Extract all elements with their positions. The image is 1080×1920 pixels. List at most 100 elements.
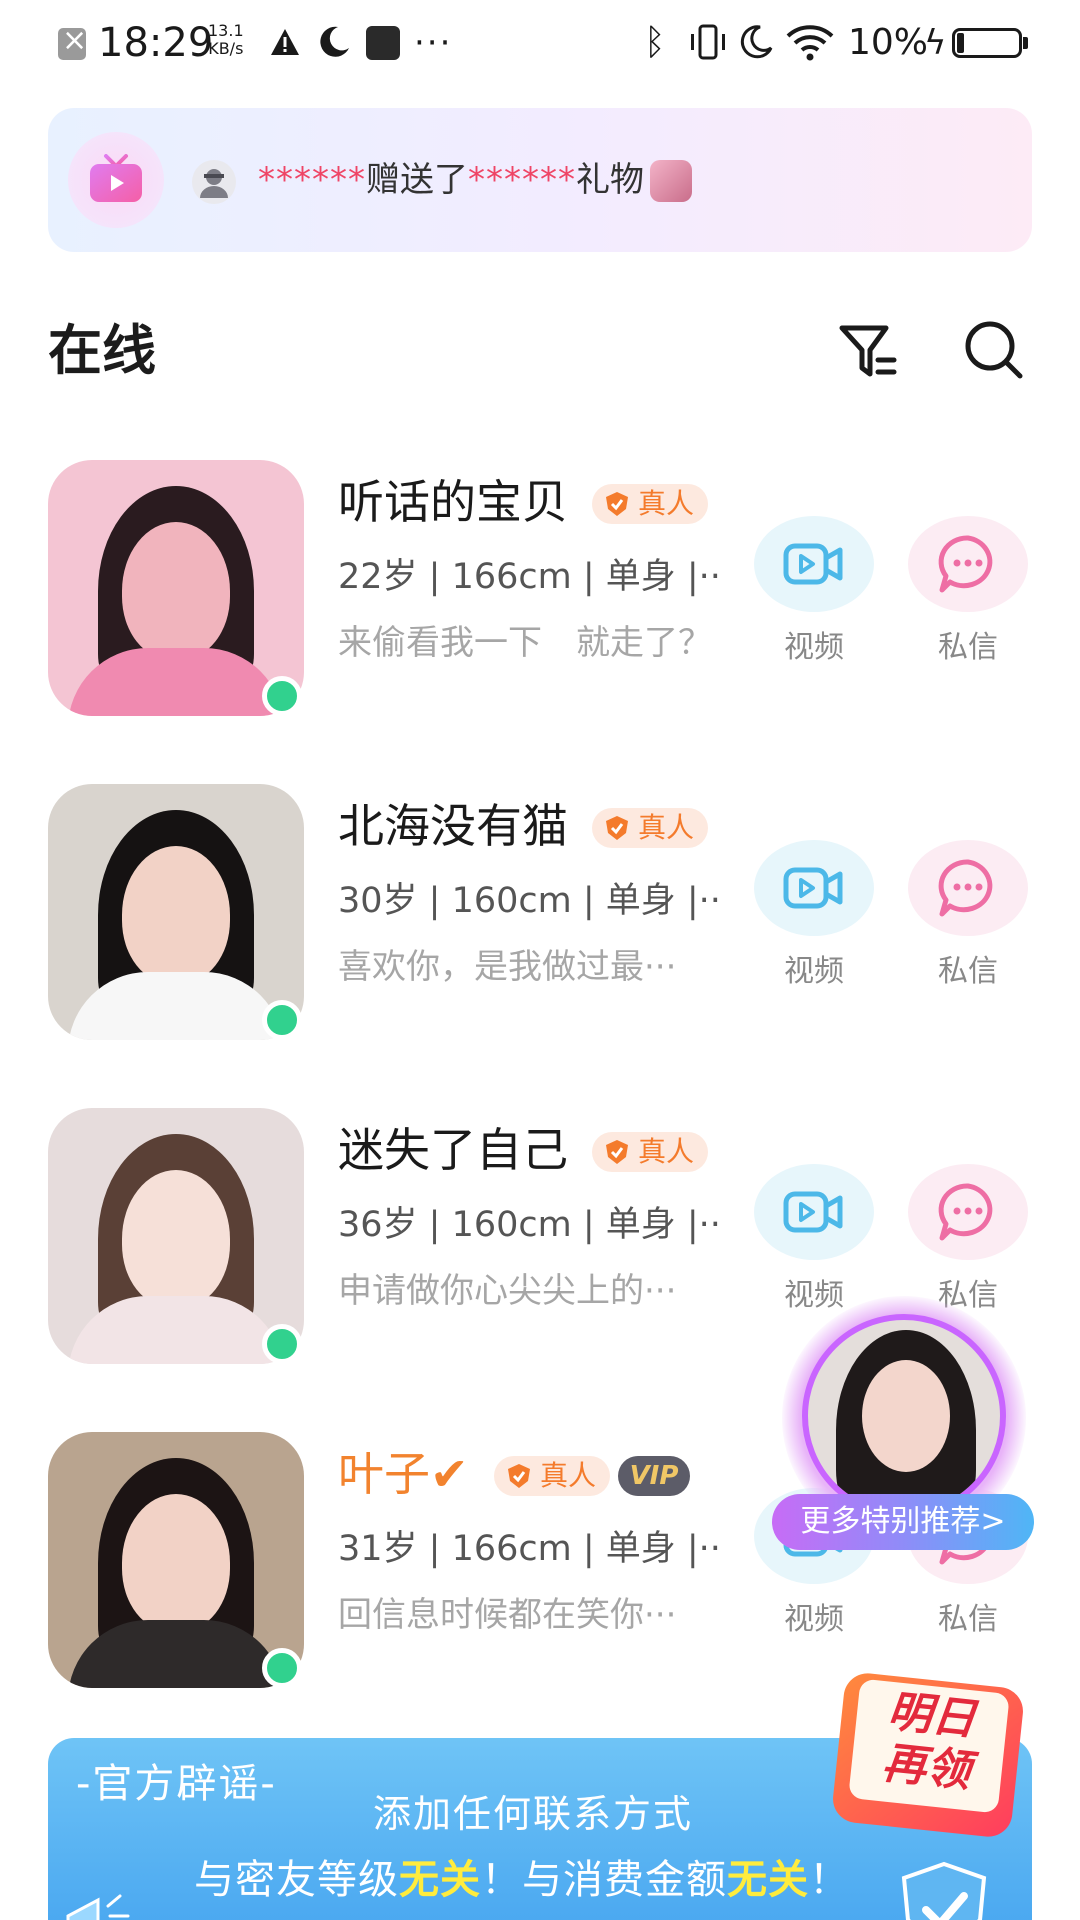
chat-bubble-icon [938, 1183, 993, 1241]
usb-debug-icon [366, 26, 400, 60]
notice-highlight-1: 无关 [399, 1857, 481, 1903]
online-status-dot [262, 676, 302, 716]
video-label: 视频 [784, 1602, 844, 1637]
notice-text-a: 与密友等级 [194, 1857, 399, 1903]
tv-icon [90, 154, 142, 202]
network-speed-unit: KB/s [208, 39, 244, 58]
avatar-face [122, 522, 230, 660]
message-label: 私信 [938, 954, 998, 989]
chat-bubble-icon [938, 535, 993, 593]
more-notifications-icon: ··· [414, 23, 453, 63]
video-label: 视频 [784, 954, 844, 989]
official-notice-title: -官方辟谣- [76, 1761, 277, 1807]
message-button[interactable]: 私信 [908, 1164, 1028, 1314]
user-name: 迷失了自己 [338, 1123, 568, 1177]
search-icon[interactable] [962, 318, 1026, 382]
live-tv-button[interactable] [68, 132, 164, 228]
user-avatar[interactable] [48, 1432, 304, 1688]
gift-message: ******赠送了******礼物 [258, 152, 644, 208]
vip-badge: VIP [618, 1456, 690, 1496]
verified-shield-icon [606, 492, 628, 516]
bluetooth-icon: ᛒ [644, 22, 666, 63]
special-recommend-float[interactable]: 更多特别推荐> [772, 1296, 1034, 1558]
video-button-bg [754, 840, 874, 936]
masked-receiver: ****** [468, 160, 576, 200]
recommend-label[interactable]: 更多特别推荐> [772, 1494, 1034, 1550]
video-button-bg [754, 1164, 874, 1260]
masked-sender: ****** [258, 160, 366, 200]
real-person-label: 真人 [638, 1135, 695, 1168]
notice-text-b: ！与消费金额 [481, 1857, 727, 1903]
status-time: 18:29 [98, 20, 214, 66]
video-button-bg [754, 516, 874, 612]
battery-icon [952, 28, 1028, 58]
anonymous-avatar-icon [192, 160, 236, 204]
gift-action: 赠送了 [366, 160, 468, 200]
user-card[interactable]: 听话的宝贝 真人 22岁 | 166cm | 单身 |··· 来偷看我一下 就走… [0, 460, 1080, 730]
status-bar: 18:29 13.1 KB/s ··· ᛒ 10% ϟ [0, 0, 1080, 88]
video-label: 视频 [784, 630, 844, 665]
official-notice-line1: 添加任何联系方式 [373, 1792, 694, 1836]
notice-highlight-2: 无关 [727, 1857, 809, 1903]
user-info: 36岁 | 160cm | 单身 |··· [338, 1205, 718, 1245]
avatar-face [122, 1494, 230, 1632]
gift-word: 礼物 [576, 160, 644, 200]
gift-broadcast-banner[interactable]: ******赠送了******礼物 [48, 108, 1032, 252]
network-speed: 13.1 KB/s [208, 22, 244, 58]
notice-text-c: ！ [809, 1857, 850, 1903]
user-name: 北海没有猫 [338, 799, 568, 853]
user-status: 申请做你心尖尖上的··· [338, 1271, 677, 1311]
message-button-bg [908, 1164, 1028, 1260]
avatar-face [122, 1170, 230, 1308]
online-status-dot [262, 1000, 302, 1040]
page-title: 在线 [48, 319, 156, 382]
real-person-badge: 真人 [592, 808, 709, 848]
charging-icon: ϟ [924, 23, 947, 63]
user-info: 22岁 | 166cm | 单身 |··· [338, 557, 718, 597]
filter-icon[interactable] [836, 318, 902, 384]
video-call-button[interactable]: 视频 [754, 840, 874, 990]
message-button[interactable]: 私信 [908, 516, 1028, 666]
user-card[interactable]: 北海没有猫 真人 30岁 | 160cm | 单身 |··· 喜欢你，是我做过最… [0, 784, 1080, 1054]
user-avatar[interactable] [48, 1108, 304, 1364]
user-avatar[interactable] [48, 460, 304, 716]
warning-icon [271, 29, 299, 55]
user-name: 叶子✔ [338, 1447, 469, 1501]
real-person-badge: 真人 [592, 1132, 709, 1172]
real-person-label: 真人 [638, 487, 695, 520]
message-button-bg [908, 840, 1028, 936]
user-status: 来偷看我一下 就走了？ [338, 623, 712, 663]
message-button[interactable]: 私信 [908, 840, 1028, 990]
chat-bubble-icon [938, 859, 993, 917]
video-call-button[interactable]: 视频 [754, 516, 874, 666]
message-label: 私信 [938, 1602, 998, 1637]
gift-thumbnail [650, 160, 692, 202]
verified-shield-icon [606, 1140, 628, 1164]
do-not-disturb-icon [740, 25, 773, 59]
wifi-icon [786, 25, 834, 61]
user-status: 喜欢你，是我做过最··· [338, 947, 677, 987]
real-person-badge: 真人 [592, 484, 709, 524]
battery-percent: 10% [848, 22, 929, 63]
notification-close-icon [58, 16, 87, 66]
vibrate-icon [691, 24, 725, 60]
verified-shield-icon [508, 1464, 530, 1488]
video-camera-icon [783, 1191, 843, 1233]
user-name: 听话的宝贝 [338, 475, 568, 529]
video-call-button[interactable]: 视频 [754, 1164, 874, 1314]
real-person-badge: 真人 [494, 1456, 611, 1496]
message-button-bg [908, 516, 1028, 612]
user-status: 回信息时候都在笑你··· [338, 1595, 677, 1635]
recommend-avatar-face [862, 1360, 950, 1472]
video-camera-icon [783, 867, 843, 909]
recommend-avatar [802, 1314, 1006, 1518]
user-avatar[interactable] [48, 784, 304, 1040]
online-status-dot [262, 1324, 302, 1364]
video-camera-icon [783, 543, 843, 585]
claim-tomorrow-badge[interactable]: 明日再领 [830, 1671, 1032, 1842]
claim-tomorrow-label: 明日再领 [879, 1685, 979, 1798]
user-info: 31岁 | 166cm | 单身 |··· [338, 1529, 718, 1569]
message-label: 私信 [938, 630, 998, 665]
verified-shield-icon [606, 816, 628, 840]
shield-check-icon [901, 1861, 987, 1920]
